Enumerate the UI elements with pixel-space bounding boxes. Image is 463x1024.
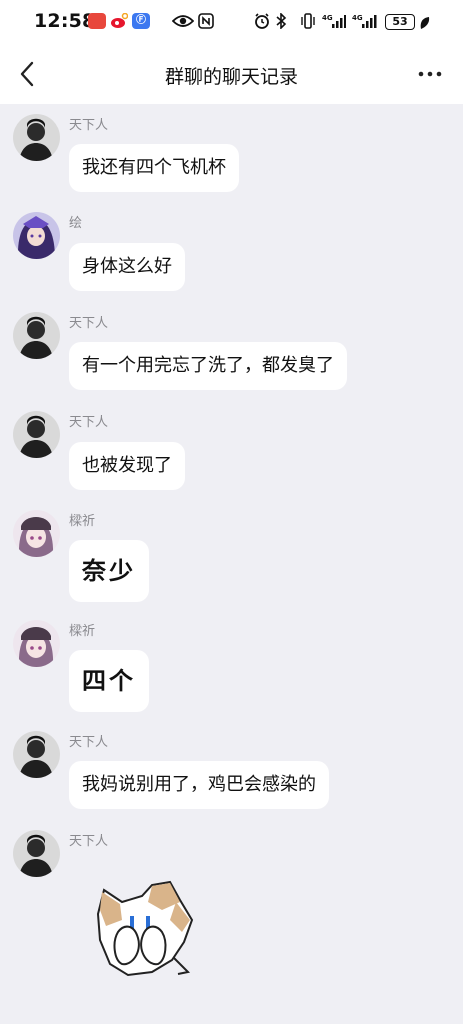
more-dots-icon bbox=[418, 71, 442, 77]
avatar[interactable] bbox=[13, 411, 60, 458]
svg-text:4G: 4G bbox=[352, 14, 363, 22]
sender-name: 天下人 bbox=[69, 415, 109, 430]
nav-bar: 群聊的聊天记录 bbox=[0, 44, 463, 104]
nfc-icon bbox=[198, 13, 214, 29]
battery-indicator: 53 bbox=[385, 14, 415, 30]
signal-4g-icon: 4G bbox=[322, 13, 346, 29]
app-notification-icon bbox=[88, 13, 106, 29]
eye-icon bbox=[171, 13, 195, 29]
more-button[interactable] bbox=[412, 62, 448, 86]
avatar[interactable] bbox=[13, 212, 60, 259]
power-saving-icon bbox=[419, 15, 431, 31]
app-badge-icon: Ⓕ bbox=[132, 13, 150, 29]
vibrate-icon bbox=[300, 13, 316, 29]
sender-name: 天下人 bbox=[69, 735, 109, 750]
message-bubble[interactable]: 奈少 bbox=[69, 540, 149, 602]
avatar[interactable] bbox=[13, 114, 60, 161]
status-bar: 12:58 Ⓕ 4G 4G 53 bbox=[0, 0, 463, 44]
svg-text:4G: 4G bbox=[322, 14, 333, 22]
message-bubble[interactable]: 四个 bbox=[69, 650, 149, 712]
signal-4g-icon: 4G bbox=[352, 13, 378, 29]
crying-cat-sticker[interactable] bbox=[92, 880, 202, 980]
message-bubble[interactable]: 有一个用完忘了洗了，都发臭了 bbox=[69, 342, 347, 390]
sender-name: 天下人 bbox=[69, 834, 109, 849]
page-title: 群聊的聊天记录 bbox=[164, 66, 298, 88]
avatar[interactable] bbox=[13, 312, 60, 359]
avatar[interactable] bbox=[13, 510, 60, 557]
bluetooth-icon bbox=[274, 12, 288, 30]
message-bubble[interactable]: 身体这么好 bbox=[69, 243, 185, 291]
weibo-icon bbox=[110, 12, 129, 29]
sender-name: 樑祈 bbox=[69, 514, 96, 529]
message-bubble[interactable]: 也被发现了 bbox=[69, 442, 185, 490]
status-time: 12:58 bbox=[34, 10, 96, 32]
message-bubble[interactable]: 我妈说别用了，鸡巴会感染的 bbox=[69, 761, 329, 809]
sender-name: 绘 bbox=[69, 216, 83, 231]
avatar[interactable] bbox=[13, 830, 60, 877]
avatar[interactable] bbox=[13, 731, 60, 778]
sender-name: 樑祈 bbox=[69, 624, 96, 639]
message-bubble[interactable]: 我还有四个飞机杯 bbox=[69, 144, 239, 192]
sender-name: 天下人 bbox=[69, 316, 109, 331]
avatar[interactable] bbox=[13, 620, 60, 667]
alarm-icon bbox=[254, 13, 270, 29]
sender-name: 天下人 bbox=[69, 118, 109, 133]
